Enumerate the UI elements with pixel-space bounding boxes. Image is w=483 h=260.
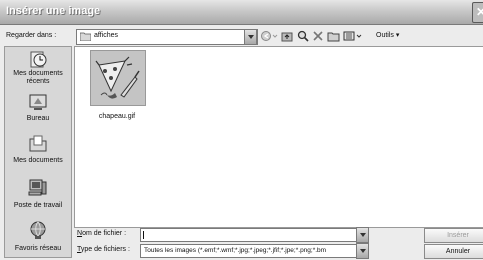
place-recent-documents[interactable]: Mes documents récents	[5, 49, 71, 91]
place-label: Poste de travail	[13, 202, 63, 209]
text-caret	[143, 231, 144, 239]
up-one-level-button[interactable]	[281, 29, 293, 43]
new-folder-button[interactable]	[327, 29, 340, 43]
recent-documents-icon	[30, 51, 47, 68]
tools-label: Outils	[376, 32, 394, 39]
place-label: Bureau	[26, 115, 50, 122]
close-button[interactable]: ✕	[472, 2, 483, 23]
title-bar[interactable]: Insérer une image ✕	[0, 0, 483, 25]
computer-icon	[28, 179, 47, 196]
place-label: Mes documents récents	[13, 70, 63, 85]
filetype-value: Toutes les images (*.emf;*.wmf;*.jpg;*.j…	[144, 247, 327, 254]
filename-label: Nom de fichier :	[77, 230, 127, 237]
delete-icon	[313, 31, 323, 41]
search-web-button[interactable]	[297, 29, 309, 43]
file-name: chapeau.gif	[98, 113, 136, 120]
lookin-dropdown-button[interactable]	[244, 29, 257, 45]
filetype-dropdown-button[interactable]	[356, 243, 369, 259]
filename-dropdown-button[interactable]	[356, 227, 369, 243]
back-button[interactable]	[260, 29, 280, 43]
place-label: Favoris réseau	[14, 245, 62, 252]
file-list[interactable]: chapeau.gif	[74, 46, 483, 228]
search-web-icon	[297, 30, 309, 42]
filename-input[interactable]	[140, 228, 358, 242]
lookin-value: affiches	[94, 32, 118, 39]
lookin-combobox[interactable]: affiches	[76, 29, 258, 45]
filetype-select[interactable]: Toutes les images (*.emf;*.wmf;*.jpg;*.j…	[140, 244, 358, 258]
insert-picture-dialog: Insérer une image ✕ Regarder dans : affi…	[0, 0, 483, 260]
filetype-label: Type de fichiers :	[77, 246, 130, 253]
back-icon	[261, 31, 278, 41]
my-documents-icon	[29, 135, 47, 152]
new-folder-icon	[327, 32, 340, 42]
desktop-icon	[29, 94, 47, 110]
party-hat-thumbnail	[90, 50, 146, 106]
insert-button[interactable]: Insérer	[424, 228, 483, 243]
delete-button[interactable]	[312, 29, 324, 43]
places-bar: Mes documents récents Bureau Mes documen…	[4, 46, 72, 258]
place-network[interactable]: Favoris réseau	[5, 221, 71, 255]
folder-up-icon	[281, 32, 293, 42]
tools-menu[interactable]: Outils ▾	[376, 31, 399, 39]
place-my-computer[interactable]: Poste de travail	[5, 178, 71, 210]
network-icon	[30, 221, 46, 239]
cancel-button[interactable]: Annuler	[424, 244, 483, 259]
place-my-documents[interactable]: Mes documents	[5, 133, 71, 165]
folder-icon	[80, 32, 91, 41]
window-title: Insérer une image	[6, 5, 101, 17]
place-label: Mes documents	[13, 157, 63, 164]
views-icon	[343, 31, 362, 41]
views-button[interactable]	[343, 29, 363, 43]
lookin-label: Regarder dans :	[6, 32, 57, 39]
place-desktop[interactable]: Bureau	[5, 93, 71, 123]
